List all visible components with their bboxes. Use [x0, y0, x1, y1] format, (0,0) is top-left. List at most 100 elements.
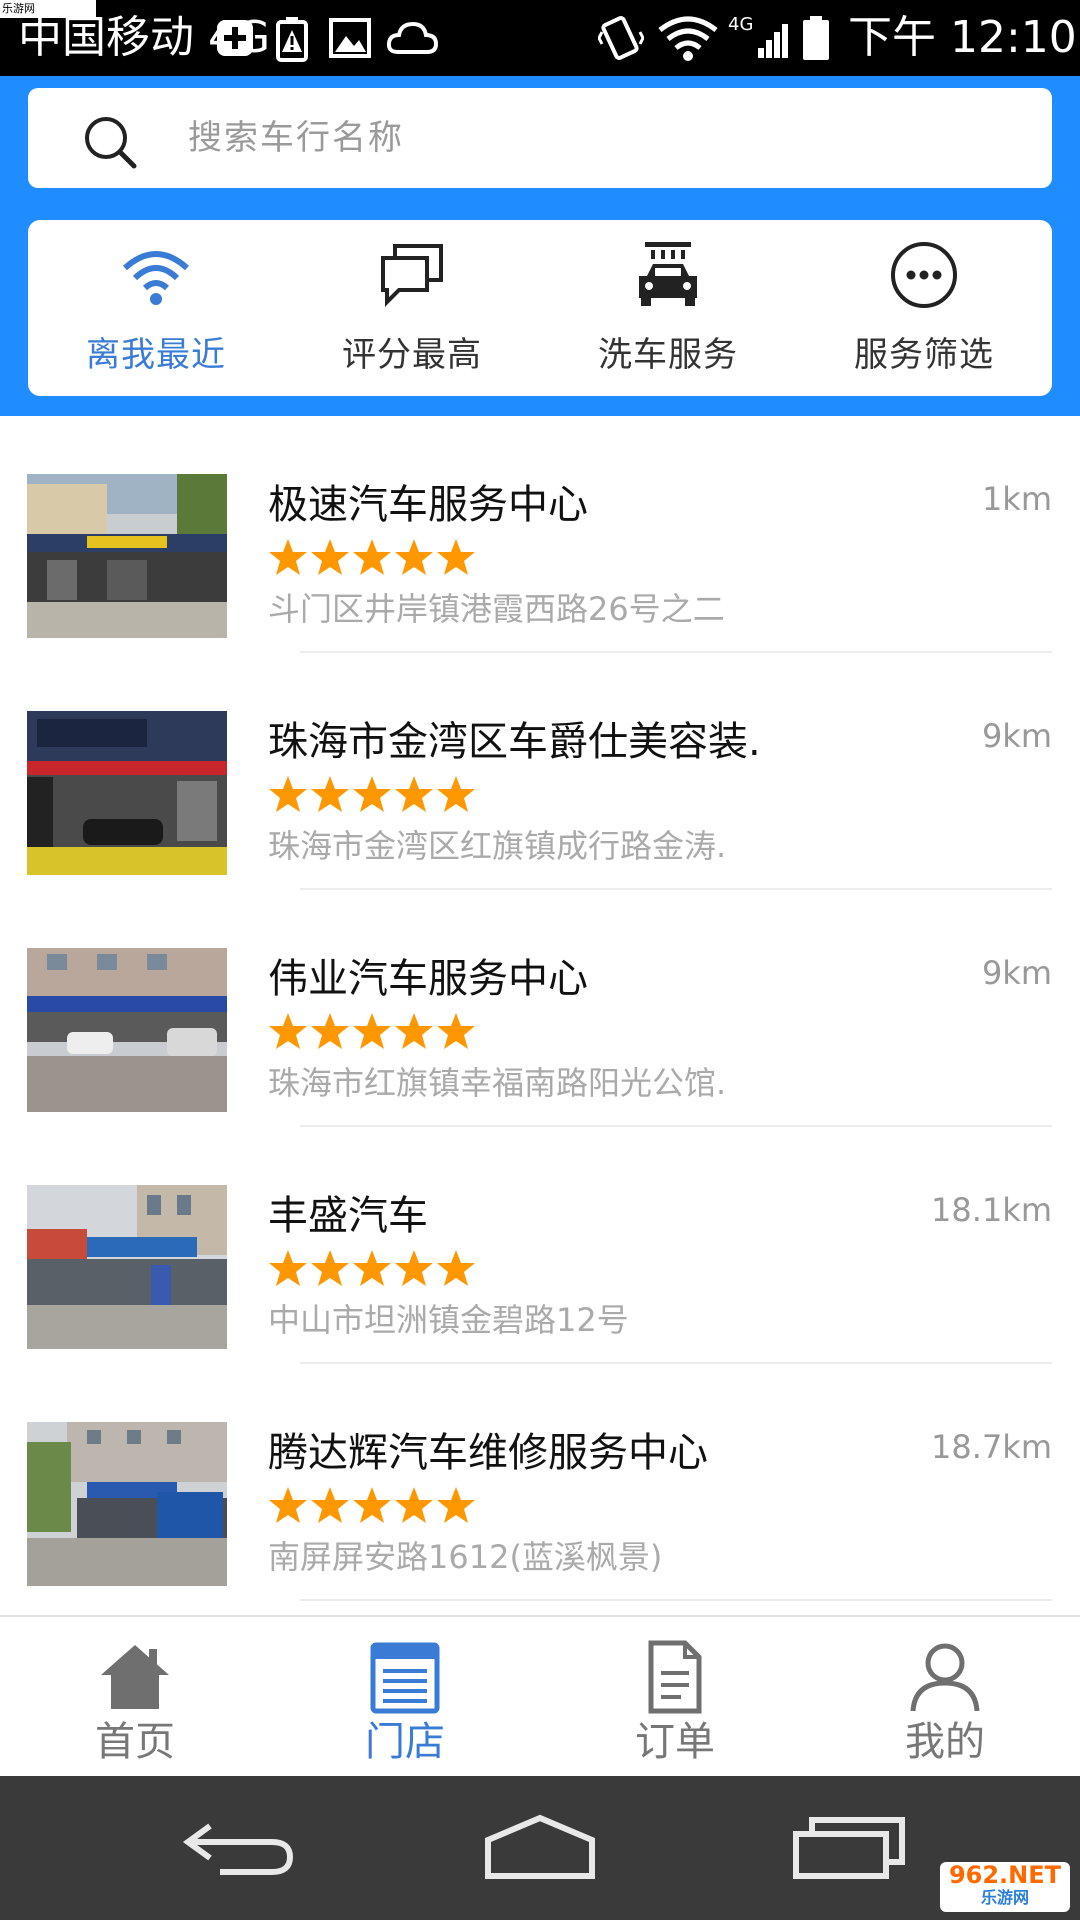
row-divider [300, 1125, 1052, 1127]
shop-name: 腾达辉汽车维修服务中心 [268, 1430, 708, 1476]
battery-icon [803, 16, 829, 60]
bottom-tab-bar: 首页 门店 订单 我的 [0, 1615, 1080, 1776]
order-icon [648, 1640, 702, 1714]
vibrate-icon [598, 16, 644, 60]
shop-address: 斗门区井岸镇港霞西路26号之二 [268, 590, 725, 628]
rating-stars [268, 1247, 478, 1297]
star-icon [311, 539, 349, 575]
header: 搜索车行名称 离我最近 评分最高 洗车服务 服务筛选 [0, 76, 1080, 416]
star-icon [353, 1250, 391, 1286]
plus-notification-icon [217, 20, 253, 56]
tab-store[interactable]: 门店 [270, 1617, 540, 1777]
wifi-icon [122, 251, 190, 305]
shop-address: 南屏屏安路1612(蓝溪枫景) [268, 1538, 663, 1576]
shop-photo [27, 711, 227, 875]
car-wash-icon [639, 242, 697, 306]
tab-label: 订单 [635, 1719, 715, 1765]
back-icon[interactable] [180, 1812, 300, 1882]
shop-address: 中山市坦洲镇金碧路12号 [268, 1301, 629, 1339]
shop-name: 丰盛汽车 [268, 1193, 428, 1239]
star-icon [437, 1487, 475, 1523]
filter-label: 评分最高 [342, 335, 482, 375]
battery-warning-icon [276, 17, 308, 62]
watermark-brand: 962.NET [948, 1861, 1062, 1889]
shop-list-item[interactable]: 腾达辉汽车维修服务中心 18.7km 南屏屏安路1612(蓝溪枫景) [0, 1368, 1080, 1605]
profile-icon [910, 1643, 980, 1712]
tab-label: 门店 [365, 1719, 445, 1765]
shop-photo [27, 1185, 227, 1349]
star-icon [269, 1487, 307, 1523]
star-icon [269, 1013, 307, 1049]
shop-address: 珠海市金湾区红旗镇成行路金涛. [268, 827, 727, 865]
store-icon [370, 1642, 440, 1714]
recent-apps-icon[interactable] [790, 1812, 910, 1882]
shop-list-item[interactable]: 丰盛汽车 18.1km 中山市坦洲镇金碧路12号 [0, 1131, 1080, 1368]
more-icon [891, 242, 957, 308]
shop-address: 珠海市红旗镇幸福南路阳光公馆. [268, 1064, 727, 1102]
rating-stars [268, 1484, 478, 1534]
tab-label: 我的 [905, 1719, 985, 1765]
shop-distance: 1km [981, 480, 1052, 518]
home-icon [101, 1645, 169, 1709]
search-icon [85, 117, 137, 169]
row-divider [300, 1362, 1052, 1364]
cell-signal-icon [758, 24, 788, 58]
shop-list[interactable]: 极速汽车服务中心 1km 斗门区井岸镇港霞西路26号之二 珠海市金湾区车爵仕美容… [0, 420, 1080, 1615]
shop-list-item[interactable]: 珠海市金湾区车爵仕美容装. 9km 珠海市金湾区红旗镇成行路金涛. [0, 657, 1080, 894]
shop-photo [27, 948, 227, 1112]
star-icon [395, 1250, 433, 1286]
filter-label: 服务筛选 [854, 335, 994, 375]
shop-distance: 9km [981, 717, 1052, 755]
star-icon [437, 1250, 475, 1286]
shop-name: 伟业汽车服务中心 [268, 956, 588, 1002]
tab-profile[interactable]: 我的 [810, 1617, 1080, 1777]
watermark-bottom-right: 962.NET 乐游网 [940, 1862, 1070, 1912]
star-icon [395, 776, 433, 812]
star-icon [311, 1487, 349, 1523]
star-icon [437, 776, 475, 812]
star-icon [311, 776, 349, 812]
filter-nearest[interactable]: 离我最近 [28, 220, 284, 396]
star-icon [437, 1013, 475, 1049]
home-button-icon[interactable] [480, 1812, 600, 1882]
rating-stars [268, 1010, 478, 1060]
status-bar: 乐游网 www.962.net 中国移动 4G 4G 下午 12:10 [0, 0, 1080, 76]
filter-label: 离我最近 [86, 335, 226, 375]
star-icon [269, 1250, 307, 1286]
shop-list-item[interactable]: 极速汽车服务中心 1km 斗门区井岸镇港霞西路26号之二 [0, 420, 1080, 657]
tab-orders[interactable]: 订单 [540, 1617, 810, 1777]
rating-stars [268, 773, 478, 823]
star-icon [353, 776, 391, 812]
shop-photo [27, 474, 227, 638]
shop-list-item[interactable]: 伟业汽车服务中心 9km 珠海市红旗镇幸福南路阳光公馆. [0, 894, 1080, 1131]
shop-distance: 9km [981, 954, 1052, 992]
star-icon [395, 1487, 433, 1523]
search-bar[interactable]: 搜索车行名称 [28, 88, 1052, 188]
wifi-signal-icon [658, 16, 718, 61]
filter-bar: 离我最近 评分最高 洗车服务 服务筛选 [28, 220, 1052, 396]
shop-distance: 18.7km [931, 1428, 1052, 1466]
search-input-placeholder[interactable]: 搜索车行名称 [188, 110, 404, 166]
star-icon [269, 539, 307, 575]
filter-top-rated[interactable]: 评分最高 [284, 220, 540, 396]
shop-name: 极速汽车服务中心 [268, 482, 588, 528]
filter-label: 洗车服务 [598, 335, 738, 375]
star-icon [395, 1013, 433, 1049]
clock-label: 下午 12:10 [848, 12, 1077, 63]
image-notification-icon [329, 18, 371, 58]
watermark-sub: 乐游网 [980, 1888, 1029, 1907]
star-icon [353, 539, 391, 575]
star-icon [395, 539, 433, 575]
row-divider [300, 651, 1052, 653]
shop-distance: 18.1km [931, 1191, 1052, 1229]
star-icon [311, 1250, 349, 1286]
tab-home[interactable]: 首页 [0, 1617, 270, 1777]
chat-icon [381, 244, 443, 307]
filter-service[interactable]: 服务筛选 [796, 220, 1052, 396]
star-icon [269, 776, 307, 812]
star-icon [437, 539, 475, 575]
network-type-label: 4G [728, 14, 754, 35]
cloud-icon [386, 21, 438, 54]
shop-photo [27, 1422, 227, 1586]
filter-car-wash[interactable]: 洗车服务 [540, 220, 796, 396]
